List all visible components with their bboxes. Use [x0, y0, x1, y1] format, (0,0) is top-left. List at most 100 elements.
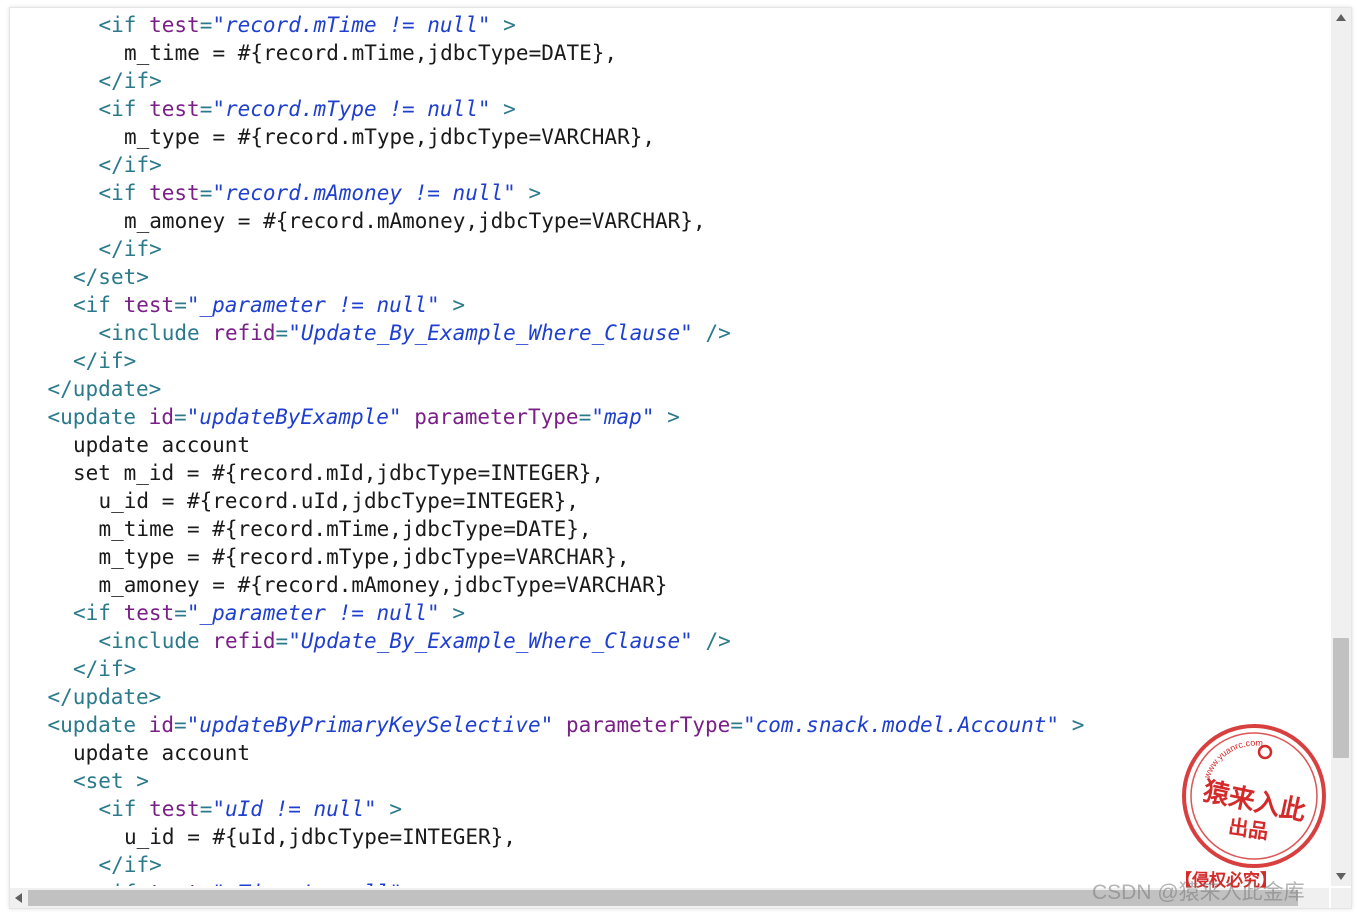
code-line: <if test="mTime != null" > [99, 879, 428, 886]
code-punctuation: /> [705, 321, 731, 345]
code-tag-name: include [111, 629, 200, 653]
code-punctuation: > [123, 349, 137, 373]
code-tag-name: if [123, 153, 150, 177]
code-text: update account [73, 741, 251, 765]
code-line: </if> [99, 235, 162, 263]
code-text: set m_id = #{record.mId,jdbcType=INTEGER… [73, 461, 605, 485]
code-attribute-name: id [148, 713, 174, 737]
code-view[interactable]: <if test="record.mTime != null" > m_time … [10, 8, 1329, 886]
code-punctuation: </ [98, 237, 124, 261]
code-line: </if> [99, 151, 162, 179]
code-tag-name: update [72, 685, 149, 709]
code-attribute-value: "map" [591, 405, 655, 429]
code-text: m_type = #{record.mType,jdbcType=VARCHAR… [124, 125, 656, 149]
code-punctuation: </ [73, 349, 99, 373]
code-attribute-name: test [149, 13, 200, 37]
code-punctuation: > [503, 97, 516, 121]
code-attribute-name: test [149, 881, 200, 886]
code-punctuation: </ [73, 657, 99, 681]
code-punctuation: </ [47, 685, 73, 709]
code-line: m_type = #{record.mType,jdbcType=VARCHAR… [99, 543, 630, 571]
code-punctuation: > [149, 853, 162, 877]
scroll-left-arrow-icon[interactable] [15, 893, 22, 903]
code-attribute-name: parameterType [565, 713, 731, 737]
code-line: <update id="updateByExample" parameterTy… [48, 403, 680, 431]
code-punctuation: = [275, 629, 289, 653]
code-tag-name: if [111, 97, 137, 121]
code-line: </if> [73, 347, 136, 375]
stamp-sub-text: 出品 [1227, 814, 1270, 843]
code-line: m_amoney = #{record.mAmoney,jdbcType=VAR… [124, 207, 706, 235]
code-line: m_time = #{record.mTime,jdbcType=DATE}, [124, 39, 617, 67]
code-punctuation: = [173, 713, 187, 737]
code-punctuation: > [528, 181, 542, 205]
code-line: m_amoney = #{record.mAmoney,jdbcType=VAR… [99, 571, 668, 599]
code-punctuation: > [136, 265, 149, 289]
code-attribute-value: "_parameter != null" [186, 601, 440, 625]
code-punctuation: > [667, 405, 680, 429]
code-punctuation: = [174, 293, 187, 317]
code-line: <include refid="Update_By_Example_Where_… [99, 627, 731, 655]
code-punctuation: < [98, 797, 112, 821]
code-text: m_time = #{record.mTime,jdbcType=DATE}, [124, 41, 618, 65]
code-punctuation: < [47, 713, 61, 737]
code-attribute-value: "record.mTime != null" [212, 13, 491, 37]
code-tag-name: set [85, 769, 124, 793]
code-line: update account [73, 739, 250, 767]
code-attribute-value: "com.snack.model.Account" [742, 713, 1060, 737]
code-tag-name: if [85, 601, 111, 625]
code-line: <if test="record.mTime != null" > [99, 11, 516, 39]
seal-stamp: www.yuanrc.com 猿来入此 出品 [1182, 724, 1326, 868]
code-line: update account [73, 431, 250, 459]
code-attribute-name: parameterType [414, 405, 579, 429]
code-line: <set > [73, 767, 149, 795]
svg-text:www.yuanrc.com: www.yuanrc.com [1201, 738, 1263, 781]
code-punctuation: = [173, 405, 187, 429]
code-punctuation: > [148, 685, 162, 709]
code-line: <if test="record.mAmoney != null" > [99, 179, 542, 207]
code-punctuation: > [149, 69, 162, 93]
vertical-scrollbar[interactable] [1331, 8, 1351, 886]
code-punctuation: < [98, 13, 112, 37]
code-punctuation: < [73, 293, 86, 317]
code-tag-name: if [111, 181, 137, 205]
code-text: u_id = #{record.uId,jdbcType=INTEGER}, [98, 489, 579, 513]
code-line: </update> [48, 683, 162, 711]
code-attribute-name: test [123, 601, 175, 625]
code-punctuation: > [452, 601, 466, 625]
scroll-up-arrow-icon[interactable] [1336, 14, 1346, 21]
code-punctuation: = [199, 181, 213, 205]
code-text: m_time = #{record.mTime,jdbcType=DATE}, [98, 517, 592, 541]
code-punctuation: = [199, 97, 213, 121]
scroll-down-arrow-icon[interactable] [1336, 873, 1346, 880]
stamp-url-text: www.yuanrc.com [1201, 738, 1263, 781]
vertical-scroll-thumb[interactable] [1333, 638, 1349, 758]
code-punctuation: > [149, 153, 162, 177]
code-punctuation: > [389, 797, 403, 821]
code-punctuation: > [123, 657, 137, 681]
scrollbar-corner [1331, 888, 1351, 908]
code-attribute-name: refid [212, 629, 276, 653]
code-tag-name: if [111, 797, 137, 821]
code-line: </if> [99, 67, 162, 95]
code-line: <update id="updateByPrimaryKeySelective"… [48, 711, 1085, 739]
code-punctuation: < [98, 97, 112, 121]
code-tag-name: if [123, 69, 150, 93]
code-punctuation: > [415, 881, 428, 886]
code-text: u_id = #{uId,jdbcType=INTEGER}, [124, 825, 516, 849]
